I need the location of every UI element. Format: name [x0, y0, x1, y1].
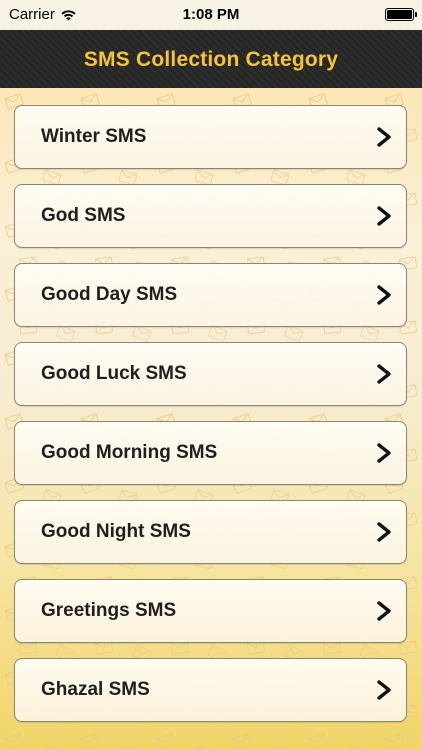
chevron-right-icon: [377, 522, 391, 542]
chevron-right-icon: [377, 443, 391, 463]
chevron-right-icon: [377, 364, 391, 384]
chevron-right-icon: [377, 680, 391, 700]
category-row[interactable]: Winter SMS: [14, 105, 407, 169]
chevron-right-icon: [377, 285, 391, 305]
battery-icon: [385, 8, 417, 21]
status-time: 1:08 PM: [182, 6, 240, 23]
category-label: Good Morning SMS: [41, 442, 218, 463]
category-row[interactable]: Good Morning SMS: [14, 421, 407, 485]
category-row[interactable]: Ghazal SMS: [14, 658, 407, 722]
navigation-bar: SMS Collection Category: [0, 30, 422, 88]
category-label: God SMS: [41, 205, 126, 226]
category-label: Ghazal SMS: [41, 679, 150, 700]
category-label: Good Luck SMS: [41, 363, 187, 384]
category-row[interactable]: Greetings SMS: [14, 579, 407, 643]
category-label: Good Day SMS: [41, 284, 178, 305]
category-label: Winter SMS: [41, 126, 147, 147]
category-row[interactable]: Good Day SMS: [14, 263, 407, 327]
category-label: Good Night SMS: [41, 521, 191, 542]
category-row[interactable]: God SMS: [14, 184, 407, 248]
category-label: Greetings SMS: [41, 600, 177, 621]
category-list-container[interactable]: Winter SMS God SMS Good Day SMS Good Luck S…: [0, 88, 422, 750]
battery-fill: [387, 10, 412, 19]
chevron-right-icon: [377, 601, 391, 621]
page-title: SMS Collection Category: [83, 48, 339, 71]
chevron-right-icon: [377, 127, 391, 147]
status-bar: Carrier 1:08 PM: [0, 0, 422, 30]
chevron-right-icon: [377, 206, 391, 226]
category-row[interactable]: Good Luck SMS: [14, 342, 407, 406]
category-row[interactable]: Good Night SMS: [14, 500, 407, 564]
